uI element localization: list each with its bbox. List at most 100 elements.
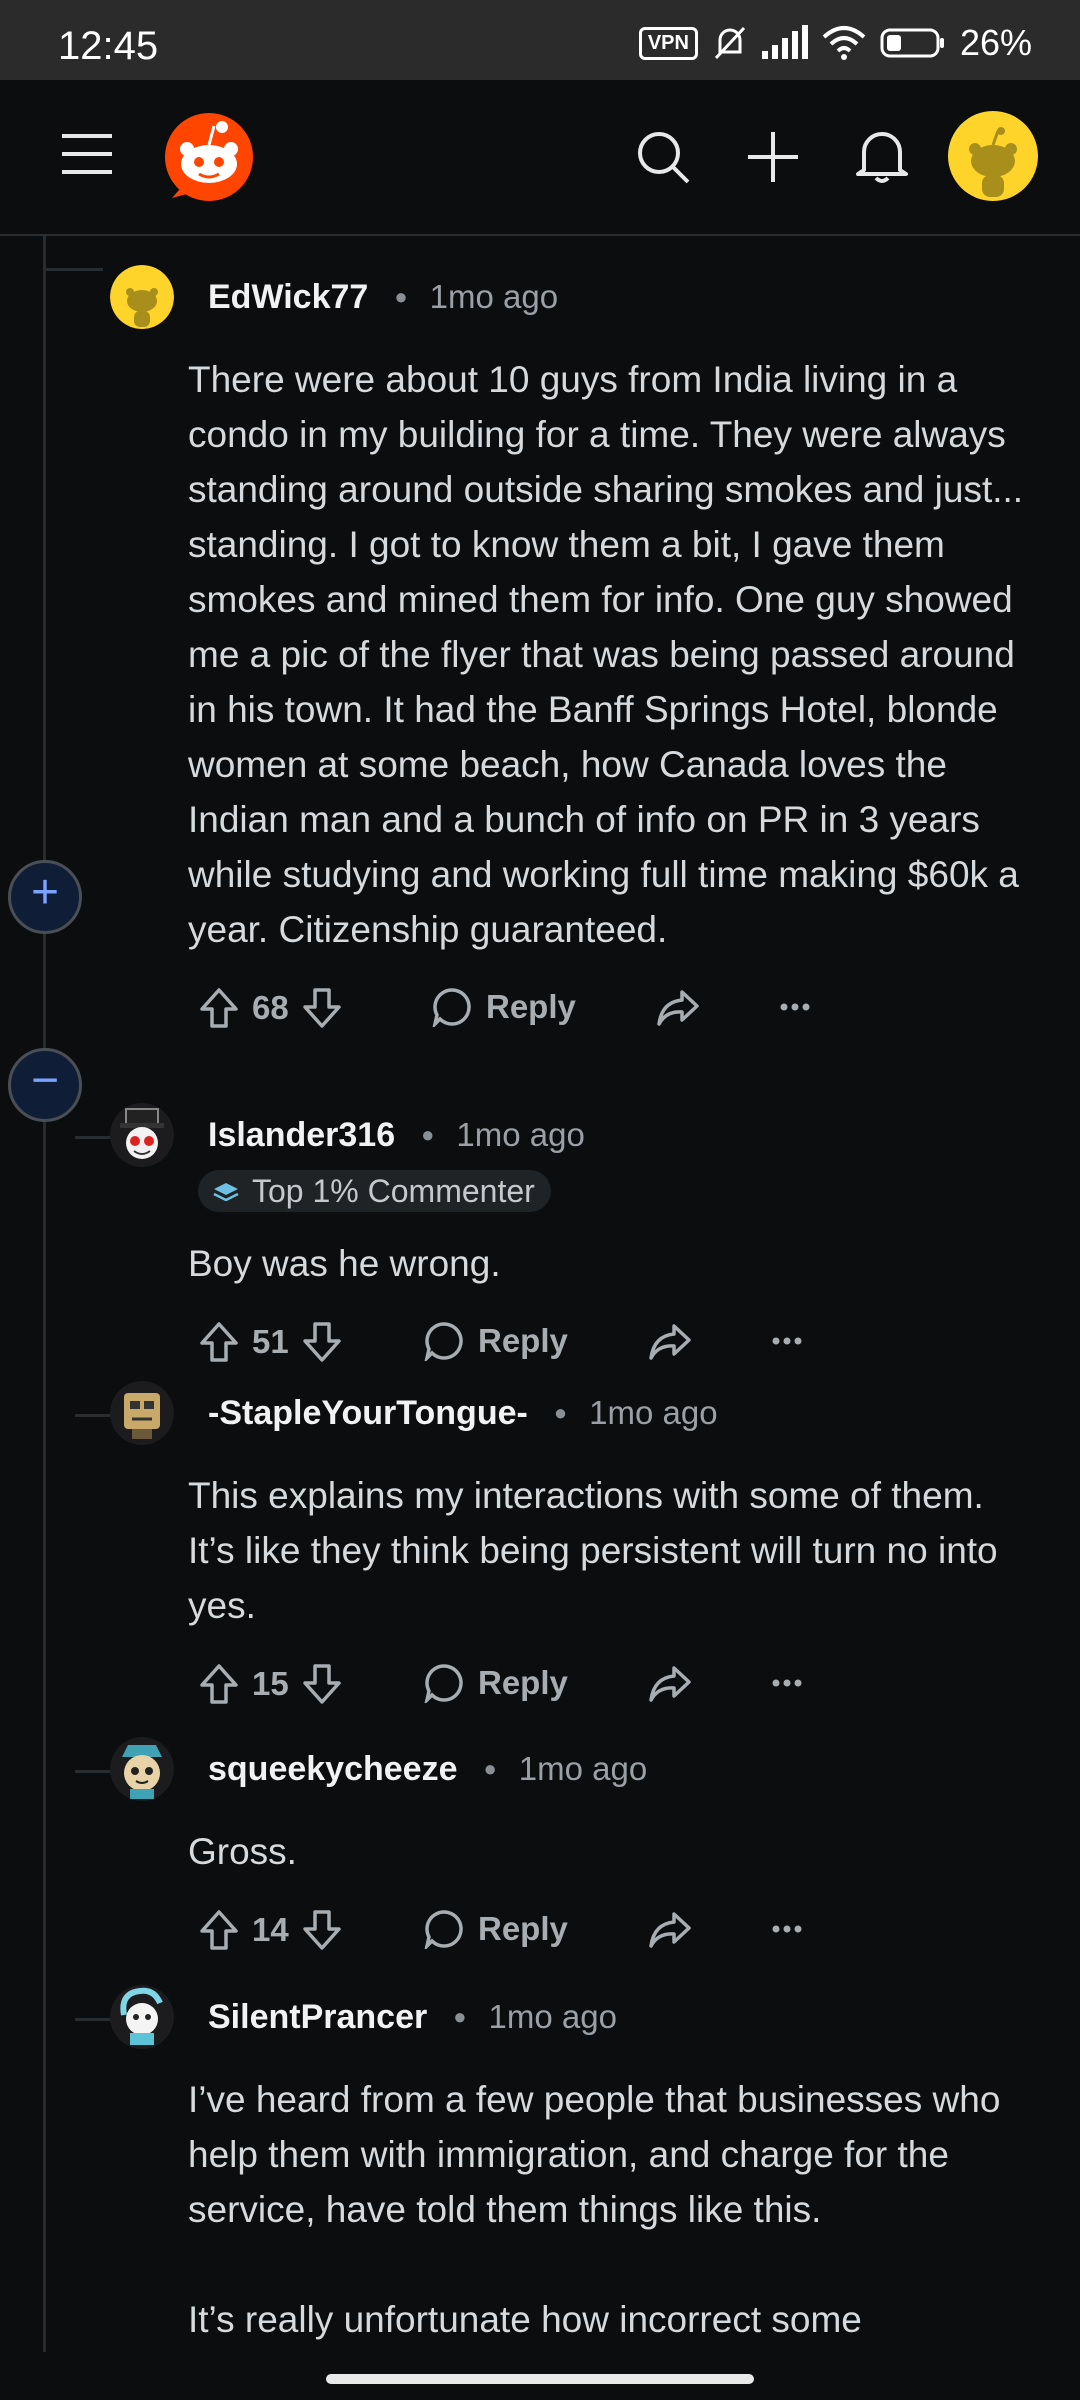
thread-connector: [75, 1770, 111, 1773]
hamburger-icon[interactable]: [62, 134, 112, 174]
app-header: [0, 80, 1080, 236]
vote-count: 14: [252, 1911, 289, 1948]
downvote-icon[interactable]: [301, 987, 343, 1029]
top-commenter-icon: [213, 1183, 239, 1201]
comment-actions: 51 Reply: [188, 1309, 1040, 1379]
reply-label: Reply: [486, 988, 576, 1025]
timestamp: 1mo ago: [518, 1750, 648, 1787]
comment-header: squeekycheeze ● 1mo ago: [110, 1734, 1040, 1804]
expand-thread-button[interactable]: +: [8, 860, 82, 934]
comment-body: Boy was he wrong.: [188, 1243, 501, 1284]
comment: squeekycheeze ● 1mo ago Gross. 14 Reply: [110, 1734, 1040, 1967]
share-icon[interactable]: [648, 1665, 692, 1703]
vote-group: 15: [198, 1663, 343, 1705]
more-options-icon[interactable]: [772, 1925, 802, 1933]
upvote-icon[interactable]: [198, 1909, 240, 1951]
comment-actions: 68 Reply: [188, 975, 1040, 1045]
battery-icon: [880, 28, 944, 58]
username[interactable]: -StapleYourTongue-: [208, 1394, 528, 1433]
timestamp: 1mo ago: [488, 1998, 617, 2035]
vote-count: 15: [252, 1665, 289, 1702]
timestamp: 1mo ago: [429, 278, 559, 315]
more-options-icon[interactable]: [772, 1679, 802, 1687]
comment: SilentPrancer ● 1mo ago I’ve heard from …: [110, 1982, 1040, 2352]
comment: -StapleYourTongue- ● 1mo ago This explai…: [110, 1378, 1040, 1721]
comment: Islander316 ● 1mo ago Top 1% Commenter B…: [110, 1100, 1040, 1379]
comment-bubble-icon: [424, 1910, 463, 1949]
user-avatar[interactable]: [110, 265, 174, 329]
thread-connector: [43, 268, 103, 271]
comment-header: Islander316 ● 1mo ago Top 1% Commenter: [110, 1100, 1040, 1212]
reply-label: Reply: [478, 1322, 568, 1359]
timestamp: 1mo ago: [456, 1116, 585, 1153]
downvote-icon[interactable]: [301, 1663, 343, 1705]
more-options-icon[interactable]: [780, 1003, 810, 1011]
wifi-icon: [822, 26, 866, 60]
comment-actions: 15 Reply: [188, 1651, 1040, 1721]
battery-level: 26%: [959, 22, 1032, 63]
separator-dot: ●: [453, 2004, 467, 2029]
reddit-logo[interactable]: [164, 112, 254, 202]
thread-connector: [75, 2018, 111, 2021]
home-indicator[interactable]: [326, 2374, 754, 2384]
vpn-badge: VPN: [638, 26, 698, 60]
more-options-icon[interactable]: [772, 1337, 802, 1345]
reply-button[interactable]: Reply: [424, 1663, 568, 1703]
comment: EdWick77 ● 1mo ago There were about 10 g…: [110, 262, 1040, 1045]
reply-button[interactable]: Reply: [424, 1909, 568, 1949]
comment-header: -StapleYourTongue- ● 1mo ago: [110, 1378, 1040, 1448]
status-time: 12:45: [58, 24, 159, 68]
upvote-icon[interactable]: [198, 1321, 240, 1363]
separator-dot: ●: [421, 1122, 435, 1147]
comment-header: SilentPrancer ● 1mo ago: [110, 1982, 1040, 2052]
downvote-icon[interactable]: [301, 1321, 343, 1363]
status-icons: VPN 26%: [638, 22, 1032, 64]
thread-line-main[interactable]: [43, 1120, 46, 2352]
comment-body: I’ve heard from a few people that busine…: [188, 2079, 1001, 2340]
username[interactable]: EdWick77: [208, 278, 368, 317]
user-avatar[interactable]: [110, 1737, 174, 1801]
upvote-icon[interactable]: [198, 1663, 240, 1705]
comment-header: EdWick77 ● 1mo ago: [110, 262, 1040, 332]
status-bar: 12:45 VPN 26%: [0, 0, 1080, 80]
comment-body: This explains my interactions with some …: [188, 1475, 1008, 1626]
reply-label: Reply: [478, 1910, 568, 1947]
comment-body: Gross.: [188, 1831, 297, 1872]
mute-icon: [714, 26, 746, 60]
timestamp: 1mo ago: [589, 1394, 718, 1431]
user-avatar[interactable]: [110, 1381, 174, 1445]
vote-group: 68: [198, 987, 343, 1029]
flair-text: Top 1% Commenter: [252, 1172, 535, 1209]
user-avatar[interactable]: [110, 1985, 174, 2049]
separator-dot: ●: [394, 284, 408, 309]
comment-bubble-icon: [424, 1322, 463, 1361]
reply-button[interactable]: Reply: [432, 987, 576, 1027]
reply-button[interactable]: Reply: [424, 1321, 568, 1361]
bell-icon[interactable]: [856, 128, 908, 184]
separator-dot: ●: [553, 1400, 568, 1425]
reply-label: Reply: [478, 1664, 568, 1701]
vote-count: 68: [252, 989, 289, 1026]
snoo-avatar[interactable]: [948, 111, 1038, 201]
username[interactable]: Islander316: [208, 1116, 395, 1155]
user-avatar[interactable]: [110, 1103, 174, 1167]
vote-count: 51: [252, 1323, 289, 1360]
collapse-thread-button[interactable]: −: [8, 1048, 82, 1122]
vote-group: 14: [198, 1909, 343, 1951]
signal-icon: [761, 25, 808, 59]
user-flair: Top 1% Commenter: [198, 1170, 551, 1212]
share-icon[interactable]: [656, 989, 700, 1027]
comment-bubble-icon: [432, 988, 471, 1027]
username[interactable]: SilentPrancer: [208, 1998, 427, 2037]
thread-connector: [75, 1136, 111, 1139]
plus-icon[interactable]: [748, 132, 798, 182]
separator-dot: ●: [483, 1756, 497, 1781]
share-icon[interactable]: [648, 1911, 692, 1949]
search-icon[interactable]: [636, 130, 690, 184]
username[interactable]: squeekycheeze: [208, 1750, 458, 1789]
share-icon[interactable]: [648, 1323, 692, 1361]
vote-group: 51: [198, 1321, 343, 1363]
downvote-icon[interactable]: [301, 1909, 343, 1951]
comment-bubble-icon: [424, 1664, 463, 1703]
upvote-icon[interactable]: [198, 987, 240, 1029]
